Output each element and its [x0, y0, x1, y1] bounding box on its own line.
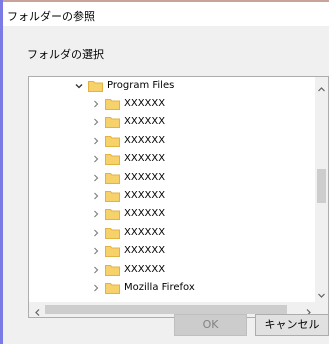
tree-item-child-partial[interactable]: Mozilla Firefox — [29, 279, 317, 297]
tree-item-child[interactable]: XXXXXX — [29, 150, 317, 168]
folder-icon — [105, 153, 120, 166]
folder-browse-dialog: フォルダの選択 Program Files XXXXXX XXXXXX XXXXXX… — [3, 26, 329, 344]
tree-item-label: Program Files — [107, 80, 175, 91]
vertical-scroll-thumb[interactable] — [317, 169, 326, 203]
tree-item-child[interactable]: XXXXXX — [29, 95, 317, 113]
tree-item-label: XXXXXX — [124, 98, 166, 109]
scroll-down-icon[interactable] — [318, 289, 325, 298]
tree-item-child[interactable]: XXXXXX — [29, 261, 317, 279]
folder-tree[interactable]: Program Files XXXXXX XXXXXX XXXXXX XXXXXX XX… — [28, 76, 329, 318]
tree-item-program-files[interactable]: Program Files — [29, 77, 317, 95]
ok-button[interactable]: OK — [174, 314, 247, 336]
folder-icon — [105, 172, 120, 184]
folder-icon — [105, 282, 120, 294]
tree-item-child[interactable]: XXXXXX — [29, 224, 317, 242]
tree-item-label: XXXXXX — [124, 171, 166, 183]
horizontal-scroll-thumb[interactable] — [45, 305, 287, 314]
chevron-down-icon[interactable] — [74, 81, 84, 91]
folder-icon — [105, 245, 120, 258]
tree-item-label: XXXXXX — [124, 134, 166, 146]
chevron-right-icon[interactable] — [91, 283, 101, 293]
tree-item-label: XXXXXX — [124, 245, 166, 257]
chevron-right-icon[interactable] — [91, 209, 101, 219]
folder-tree-rows: Program Files XXXXXX XXXXXX XXXXXX XXXXXX XX… — [29, 77, 317, 302]
tree-item-label: XXXXXX — [124, 116, 166, 128]
tree-item-label: XXXXXX — [124, 226, 166, 238]
chevron-right-icon[interactable] — [91, 265, 101, 275]
tree-item-label: XXXXXX — [124, 208, 166, 220]
window-title: フォルダーの参照 — [7, 10, 95, 23]
tree-item-child[interactable]: XXXXXX — [29, 113, 317, 131]
folder-icon — [105, 135, 120, 147]
folder-icon — [105, 264, 120, 276]
chevron-right-icon[interactable] — [91, 136, 101, 146]
folder-icon — [105, 116, 120, 129]
folder-icon — [88, 80, 103, 92]
tree-item-child[interactable]: XXXXXX — [29, 187, 317, 205]
folder-icon — [105, 190, 120, 202]
tree-item-label: XXXXXX — [124, 153, 166, 165]
scroll-right-icon[interactable] — [305, 306, 312, 316]
scroll-up-icon[interactable] — [318, 83, 325, 92]
title-bar[interactable]: フォルダーの参照 — [3, 2, 329, 26]
folder-icon — [105, 208, 120, 221]
tree-item-label: Mozilla Firefox — [124, 282, 195, 293]
tree-item-child[interactable]: XXXXXX — [29, 169, 317, 187]
tree-item-child[interactable]: XXXXXX — [29, 132, 317, 150]
folder-icon — [105, 98, 120, 110]
tree-item-label: XXXXXX — [124, 190, 166, 201]
chevron-right-icon[interactable] — [91, 154, 101, 164]
tree-item-label: XXXXXX — [124, 263, 166, 275]
scroll-left-icon[interactable] — [34, 306, 41, 316]
tree-item-child[interactable]: XXXXXX — [29, 205, 317, 223]
select-folder-prompt: フォルダの選択 — [27, 48, 104, 61]
chevron-right-icon[interactable] — [91, 246, 101, 256]
chevron-right-icon[interactable] — [91, 228, 101, 238]
cancel-button[interactable]: キャンセル — [255, 314, 329, 336]
chevron-right-icon[interactable] — [91, 99, 101, 109]
chevron-right-icon[interactable] — [91, 173, 101, 183]
chevron-right-icon[interactable] — [91, 191, 101, 201]
folder-icon — [105, 227, 120, 239]
tree-item-child[interactable]: XXXXXX — [29, 242, 317, 260]
chevron-right-icon[interactable] — [91, 117, 101, 127]
vertical-scrollbar[interactable] — [315, 77, 328, 302]
